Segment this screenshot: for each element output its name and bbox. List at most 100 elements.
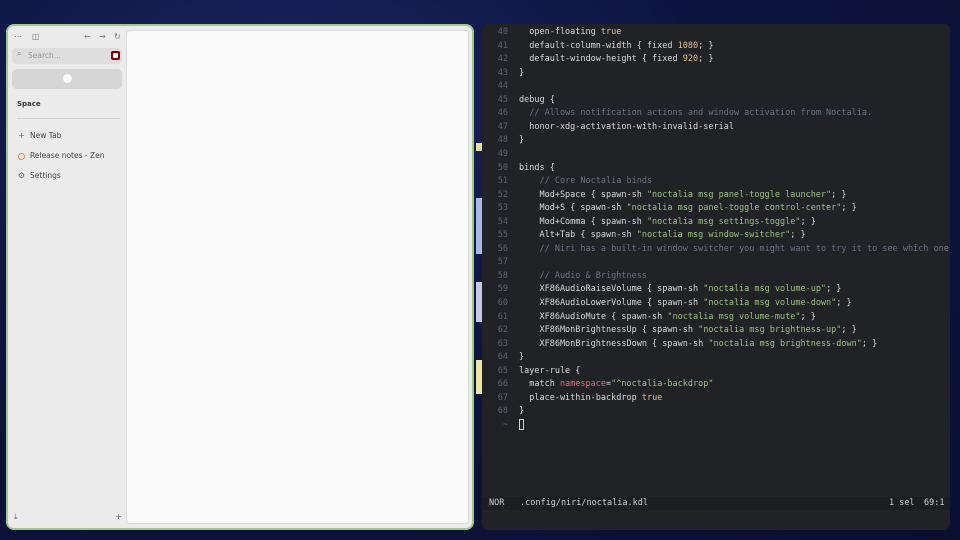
back-icon[interactable]: ← [84,31,91,43]
line-text: Mod+Comma { spawn-sh "noctalia msg setti… [519,216,816,227]
line-text: // Allows notification actions and windo… [529,108,873,119]
line-number: 48 [497,135,508,146]
line-number: 68 [497,406,508,417]
line-number: 41 [497,40,508,51]
line-text: XF86MonBrightnessDown { spawn-sh "noctal… [519,338,878,349]
line-text: layer-rule { [519,365,581,376]
downloads-icon[interactable]: ⤓ [14,512,18,522]
browser-content[interactable] [126,30,469,524]
code-line[interactable]: 64} [482,351,950,364]
line-text: // Audio & Brightness [539,270,647,281]
code-line[interactable]: 55 Alt+Tab { spawn-sh "noctalia msg wind… [482,229,950,242]
code-line[interactable]: 58 // Audio & Brightness [482,270,950,283]
code-line[interactable]: 65 layer-rule { [482,365,950,378]
line-number: 65 [497,365,508,376]
search-placeholder: Search... [28,51,61,60]
plus-icon: + [18,131,25,140]
sidebar-bottom-bar: ⤓ + [12,512,122,524]
code-line[interactable]: 46 // Allows notification actions and wi… [482,107,950,120]
code-line[interactable]: 51 // Core Noctalia binds [482,175,950,188]
line-number: 62 [497,325,508,336]
browser-window: ⋯ ◫ ← → ↻ ⌕ Search... Space + New Tab Rel… [6,24,474,530]
ublock-extension-icon[interactable] [111,51,120,60]
mode-indicator: NOR [489,498,505,508]
line-text: Mod+Space { spawn-sh "noctalia msg panel… [519,189,847,200]
code-line[interactable]: 50 binds { [482,162,950,175]
line-number: 57 [497,257,508,268]
code-line[interactable]: 63 XF86MonBrightnessDown { spawn-sh "noc… [482,338,950,351]
code-line[interactable]: 49 [482,148,950,161]
code-line[interactable]: 68} [482,405,950,418]
line-text: binds { [519,162,555,173]
line-text: // Niri has a built-in window switcher y… [539,243,950,254]
selection-count: 1 sel [889,498,915,508]
line-text: default-window-height { fixed 920; } [519,54,714,65]
line-number: 66 [497,379,508,390]
line-number: 45 [497,94,508,105]
tab-label: Release notes - Zen [30,151,105,160]
line-number: 67 [497,392,508,403]
line-number: 44 [497,81,508,92]
line-text: debug { [519,94,555,105]
gear-icon: ⚙ [17,171,26,180]
line-text: } [519,406,525,417]
sidebar-toggle-icon[interactable]: ◫ [32,31,40,43]
code-line[interactable]: 44 [482,80,950,93]
code-line[interactable]: 40 open-floating true [482,26,950,39]
line-text: } [519,135,525,146]
zen-icon [18,152,25,160]
line-number: 50 [497,162,508,173]
line-text: } [519,67,525,78]
code-line[interactable]: 52 Mod+Space { spawn-sh "noctalia msg pa… [482,189,950,202]
code-line[interactable]: 41 default-column-width { fixed 1080; } [482,40,950,53]
code-line[interactable]: 66 match namespace="^noctalia-backdrop" [482,378,950,391]
sidebar-divider [17,118,120,119]
line-number: 40 [497,27,508,37]
new-tab-label: New Tab [30,131,62,140]
github-icon [63,74,72,83]
line-text: Mod+S { spawn-sh "noctalia msg panel-tog… [519,203,857,214]
add-icon[interactable]: + [115,512,122,521]
line-number: 52 [497,189,508,200]
code-line[interactable]: 59 XF86AudioRaiseVolume { spawn-sh "noct… [482,283,950,296]
code-line[interactable]: 53 Mod+S { spawn-sh "noctalia msg panel-… [482,202,950,215]
line-text: XF86AudioMute { spawn-sh "noctalia msg v… [519,311,816,322]
line-number: 63 [497,338,508,349]
search-input[interactable]: ⌕ Search... [12,48,122,64]
tab-label: Settings [30,171,61,180]
forward-icon[interactable]: → [99,31,106,43]
code-line[interactable]: 56 // Niri has a built-in window switche… [482,243,950,256]
status-bar: NOR .config/niri/noctalia.kdl 1 sel 69:1 [482,497,950,510]
code-line[interactable]: 42 default-window-height { fixed 920; } [482,53,950,66]
browser-sidebar: ⋯ ◫ ← → ↻ ⌕ Search... Space + New Tab Rel… [8,26,126,528]
code-line[interactable]: 48} [482,134,950,147]
line-number: 60 [497,298,508,308]
new-tab-button[interactable]: + New Tab [17,130,61,142]
tab-settings[interactable]: ⚙ Settings [17,170,61,182]
line-number: 46 [497,108,508,119]
line-number: 49 [497,148,508,159]
code-line[interactable]: 61 XF86AudioMute { spawn-sh "noctalia ms… [482,311,950,324]
code-line[interactable]: 67 place-within-backdrop true [482,392,950,405]
reload-icon[interactable]: ↻ [114,31,121,43]
line-number: 42 [497,54,508,65]
code-line[interactable]: 45 debug { [482,94,950,107]
code-line[interactable]: 54 Mod+Comma { spawn-sh "noctalia msg se… [482,216,950,229]
code-line[interactable]: 47 honor-xdg-activation-with-invalid-ser… [482,121,950,134]
line-text: } [519,352,525,363]
more-menu-icon[interactable]: ⋯ [14,31,22,43]
code-line[interactable]: 43} [482,67,950,80]
code-line[interactable]: 57 [482,256,950,269]
line-number: 55 [497,230,508,241]
editor-window[interactable]: 40 open-floating true 41 default-column-w… [482,24,950,530]
code-line[interactable]: 60 XF86AudioLowerVolume { spawn-sh "noct… [482,297,950,310]
pinned-github-tab[interactable] [12,69,122,89]
code-line[interactable]: ~ [482,418,950,432]
line-number: 58 [497,270,508,281]
line-number: 47 [497,121,508,132]
code-line[interactable]: 62 XF86MonBrightnessUp { spawn-sh "nocta… [482,324,950,337]
tab-release-notes[interactable]: Release notes - Zen [17,150,104,162]
line-number: 59 [497,284,508,295]
line-number: 43 [497,67,508,78]
line-number: 61 [497,311,508,322]
